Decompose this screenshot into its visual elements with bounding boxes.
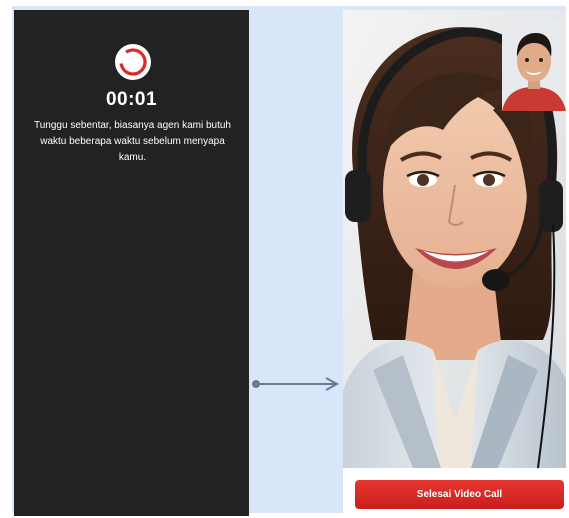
waiting-timer: 00:01 bbox=[105, 89, 158, 110]
waiting-message: Tunggu sebentar, biasanya agen kami butu… bbox=[34, 120, 231, 163]
self-camera-preview bbox=[502, 21, 566, 111]
screenshot-canvas: 00:01 Tunggu sebentar, biasanya agen kam… bbox=[0, 0, 569, 518]
frame-border-left bbox=[0, 0, 12, 518]
flow-arrow-icon bbox=[252, 377, 340, 391]
frame-border-top bbox=[0, 0, 569, 6]
loading-spinner-icon bbox=[115, 44, 151, 80]
video-call-screen: Selesai Video Call bbox=[343, 10, 566, 516]
waiting-screen bbox=[14, 10, 249, 516]
end-video-call-button[interactable]: Selesai Video Call bbox=[355, 480, 564, 509]
